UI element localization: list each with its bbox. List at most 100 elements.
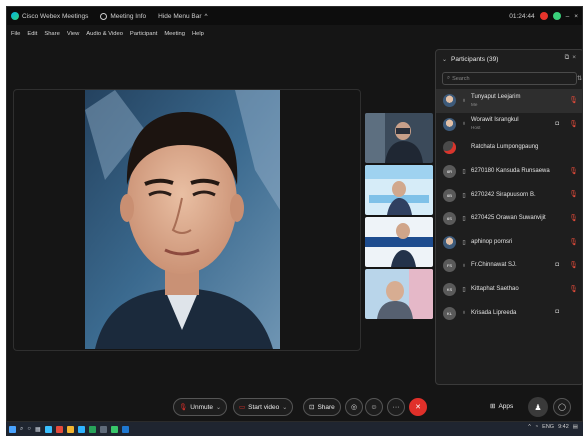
chevron-down-icon[interactable]: ⌄: [216, 404, 221, 411]
unmute-button[interactable]: 🎙︎ Unmute ⌄: [173, 398, 228, 416]
menu-file[interactable]: File: [11, 31, 20, 37]
edge-icon[interactable]: [44, 425, 52, 433]
task-view-icon[interactable]: ○: [27, 426, 31, 432]
more-options-button[interactable]: ···: [387, 398, 405, 416]
participant-row[interactable]: 6S ▯ 6270425 Orawan Suwanvijit 🎙︎: [436, 207, 582, 231]
participant-row[interactable]: KL ♁ Krisada Lipreeda ◘: [436, 301, 582, 325]
start-video-label: Start video: [248, 403, 280, 411]
chevron-down-icon[interactable]: ⌄: [282, 404, 287, 411]
panel-popout-icon[interactable]: ⧉×: [565, 54, 579, 62]
thumbnail-video[interactable]: [365, 217, 433, 267]
mic-muted-icon[interactable]: 🎙︎: [569, 285, 578, 293]
clock[interactable]: 9:42: [558, 424, 569, 430]
phone-icon: ▯: [462, 239, 466, 246]
avatar: KL: [443, 306, 456, 320]
avatar: 6B: [443, 188, 456, 202]
participant-row[interactable]: KS ▯ Kittaphat Saethao 🎙︎: [436, 278, 582, 302]
end-meeting-button[interactable]: ✕: [409, 398, 427, 416]
app-icon[interactable]: [88, 425, 96, 433]
mic-muted-icon[interactable]: 🎙︎: [569, 96, 578, 104]
minimize-button[interactable]: –: [566, 13, 570, 20]
search-icon: ⌕: [447, 75, 451, 81]
mic-muted-icon[interactable]: 🎙︎: [569, 238, 578, 246]
widgets-icon[interactable]: ▦: [35, 426, 41, 433]
share-button[interactable]: ⊡ Share: [303, 398, 341, 416]
notification-icon[interactable]: ▤: [573, 424, 578, 430]
participant-row[interactable]: 6R ▯ 6270180 Kansuda Runsaewa 🎙︎: [436, 160, 582, 184]
thumbnail-image: [365, 165, 433, 215]
video-off-icon: ▭: [239, 404, 246, 411]
app-icon[interactable]: [55, 425, 63, 433]
meeting-info-icon: [100, 12, 108, 20]
active-speaker-video: [85, 90, 280, 349]
participant-name: aphinop pornsri: [471, 238, 513, 245]
app-title: Cisco Webex Meetings: [22, 12, 89, 20]
participant-row[interactable]: Ratchata Lumpongpaung: [436, 136, 582, 160]
participant-row[interactable]: ▯ aphinop pornsri 🎙︎: [436, 231, 582, 255]
webex-taskbar-icon[interactable]: [110, 425, 118, 433]
webex-logo-icon: [11, 12, 19, 20]
menu-meeting[interactable]: Meeting: [164, 31, 185, 37]
participants-toggle-button[interactable]: ♟: [528, 397, 548, 417]
menu-edit[interactable]: Edit: [27, 31, 37, 37]
close-button[interactable]: ×: [574, 13, 578, 20]
main-video-feed[interactable]: [85, 90, 280, 349]
chevron-down-icon[interactable]: ⌄: [442, 56, 447, 63]
share-icon: ⊡: [309, 404, 315, 411]
participant-name: 6270425 Orawan Suwanvijit: [471, 215, 546, 222]
menu-audio-video[interactable]: Audio & Video: [86, 31, 123, 37]
start-video-button[interactable]: ▭ Start video ⌄: [233, 398, 294, 416]
thumbnail-video[interactable]: [365, 113, 433, 163]
chevron-up-icon[interactable]: ^: [528, 424, 531, 430]
app-icon[interactable]: [99, 425, 107, 433]
menu-view[interactable]: View: [67, 31, 79, 37]
menu-share[interactable]: Share: [44, 31, 59, 37]
unmute-label: Unmute: [190, 403, 214, 411]
participant-list: ♁ Tunyaput Leejarim Me 🎙︎ ♁ Worawit Israngkul…: [436, 89, 582, 325]
search-icon[interactable]: ⌕: [20, 426, 23, 433]
sort-icon[interactable]: ⇅: [577, 75, 582, 82]
thumbnail-video[interactable]: [365, 269, 433, 319]
mic-muted-icon[interactable]: 🎙︎: [569, 167, 578, 175]
app-icon[interactable]: [77, 425, 85, 433]
share-label: Share: [317, 403, 335, 411]
participant-row[interactable]: FS ♁ Fr.Chinnawat SJ. ◘ 🎙︎: [436, 254, 582, 278]
participants-title: Participants (39): [451, 55, 499, 63]
mic-muted-icon[interactable]: 🎙︎: [569, 120, 578, 128]
app-icon[interactable]: [121, 425, 129, 433]
emoji-icon: ☺: [370, 403, 378, 411]
menu-participant[interactable]: Participant: [130, 31, 157, 37]
file-explorer-icon[interactable]: [66, 425, 74, 433]
participant-name: Ratchata Lumpongpaung: [471, 144, 539, 151]
windows-taskbar: ⌕ ○ ▦ ^ ◔ ENG 9:42 ▤: [6, 422, 583, 436]
thumbnail-image: [365, 113, 433, 163]
meeting-info-button[interactable]: Meeting Info: [110, 13, 146, 20]
windows-start-icon[interactable]: [9, 425, 16, 433]
hide-menu-bar-button[interactable]: Hide Menu Bar: [158, 13, 201, 20]
phone-icon: ▯: [462, 192, 466, 199]
mic-muted-icon[interactable]: 🎙︎: [569, 261, 578, 269]
menu-help[interactable]: Help: [192, 31, 204, 37]
chevron-up-icon: ^: [204, 12, 208, 20]
participant-row[interactable]: ♁ Worawit Israngkul Host ◘ 🎙︎: [436, 113, 582, 137]
record-button[interactable]: ◎: [345, 398, 363, 416]
audio-icon: ♁: [461, 262, 467, 269]
wifi-icon[interactable]: ◔: [535, 424, 538, 430]
participant-name-block: Tunyaput Leejarim Me: [471, 94, 520, 108]
audio-icon: ♁: [461, 121, 467, 128]
apps-button[interactable]: ⊞ Apps: [490, 402, 513, 411]
participant-row[interactable]: ♁ Tunyaput Leejarim Me 🎙︎: [436, 89, 582, 113]
language-indicator[interactable]: ENG: [542, 424, 554, 430]
avatar: KS: [443, 283, 456, 297]
thumbnail-image: [365, 217, 433, 267]
mic-muted-icon[interactable]: 🎙︎: [569, 214, 578, 222]
participant-search-input[interactable]: ⌕ Search ⇅: [442, 72, 582, 85]
mic-muted-icon[interactable]: 🎙︎: [569, 190, 578, 198]
reactions-button[interactable]: ☺: [365, 398, 383, 416]
person-icon: ♟: [534, 402, 542, 412]
thumbnail-video[interactable]: [365, 165, 433, 215]
participant-row[interactable]: 6B ▯ 6270242 Sirapuusorn B. 🎙︎: [436, 183, 582, 207]
participants-header: ⌄ Participants (39) ⧉×: [436, 50, 582, 68]
participant-name: Krisada Lipreeda: [471, 309, 517, 316]
chat-button[interactable]: ◯: [553, 398, 571, 416]
